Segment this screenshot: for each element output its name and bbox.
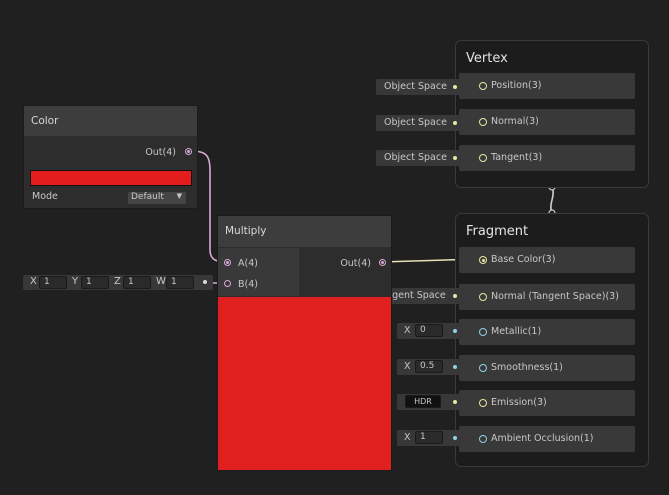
chip-port (453, 329, 457, 333)
smoothness-input[interactable]: X 0.5 (397, 359, 462, 375)
multiply-node-title: Multiply (225, 225, 267, 237)
vertex-stack[interactable]: Vertex Position(3) Normal(3) Tangent(3) (455, 40, 649, 188)
slot-label: Emission(3) (491, 397, 547, 408)
slot-label: Normal (Tangent Space)(3) (491, 291, 619, 302)
ambient-occlusion-port[interactable] (479, 435, 487, 443)
w-label: W (156, 276, 166, 287)
fragment-stack[interactable]: Fragment Base Color(3) Normal (Tangent S… (455, 213, 649, 467)
position-port[interactable] (479, 82, 487, 90)
position-space-input[interactable]: Object Space (376, 79, 462, 95)
metallic-port[interactable] (479, 328, 487, 336)
tangent-space-input[interactable]: Object Space (376, 150, 462, 166)
multiply-inputs-panel (218, 248, 299, 296)
smoothness-value[interactable]: 0.5 (415, 360, 443, 373)
ambient-occlusion-input[interactable]: X 1 (397, 430, 462, 446)
vector4-x-value[interactable]: 1 (39, 276, 67, 289)
chip-port (453, 85, 457, 89)
slot-label: Base Color(3) (491, 254, 556, 265)
slot-label: Smoothness(1) (491, 362, 563, 373)
slot-smoothness[interactable]: Smoothness(1) (459, 355, 635, 381)
slot-label: Metallic(1) (491, 326, 542, 337)
metallic-input[interactable]: X 0 (397, 323, 462, 339)
slot-label: Ambient Occlusion(1) (491, 433, 594, 444)
color-node-header[interactable]: Color (24, 106, 197, 136)
color-output-port[interactable] (185, 148, 192, 155)
vector4-z-value[interactable]: 1 (123, 276, 151, 289)
normal-tangent-port[interactable] (479, 293, 487, 301)
chip-port (453, 365, 457, 369)
slot-label: Tangent(3) (491, 152, 543, 163)
chip-port (453, 156, 457, 160)
ambient-occlusion-value[interactable]: 1 (415, 431, 443, 444)
normal-space-input[interactable]: Object Space (376, 115, 462, 131)
slot-metallic[interactable]: Metallic(1) (459, 319, 635, 345)
z-label: Z (114, 276, 121, 287)
vertex-title: Vertex (466, 51, 508, 66)
chip-port (453, 121, 457, 125)
color-swatch[interactable] (30, 170, 192, 186)
color-node[interactable]: Color Out(4) Mode Default ▼ (23, 105, 198, 209)
x-label: X (404, 361, 411, 372)
multiply-output-label: Out(4) (340, 258, 371, 269)
mode-dropdown[interactable]: Default ▼ (128, 192, 186, 204)
color-node-title: Color (31, 115, 59, 127)
emission-port[interactable] (479, 399, 487, 407)
slot-tangent[interactable]: Tangent(3) (459, 145, 635, 171)
fragment-title: Fragment (466, 224, 529, 239)
base-color-port[interactable] (479, 256, 487, 264)
emission-input[interactable]: HDR (397, 394, 462, 410)
hdr-color-field[interactable]: HDR (405, 395, 441, 408)
chevron-down-icon: ▼ (176, 192, 182, 200)
slot-label: Normal(3) (491, 116, 539, 127)
x-label: X (404, 325, 411, 336)
chip-port (453, 436, 457, 440)
vector4-input[interactable]: X 1 Y 1 Z 1 W 1 (23, 275, 213, 290)
multiply-preview (218, 297, 391, 470)
slot-emission[interactable]: Emission(3) (459, 390, 635, 416)
chip-text: Object Space (384, 152, 447, 163)
vector4-port (203, 280, 207, 284)
smoothness-port[interactable] (479, 364, 487, 372)
mode-label: Mode (32, 191, 58, 202)
chip-text: Object Space (384, 117, 447, 128)
chip-port (453, 400, 457, 404)
multiply-input-b-port[interactable] (224, 280, 231, 287)
vector4-w-value[interactable]: 1 (166, 276, 194, 289)
chip-text: Object Space (384, 81, 447, 92)
multiply-node-header[interactable]: Multiply (218, 216, 391, 247)
multiply-input-a-port[interactable] (224, 259, 231, 266)
x-label: X (404, 432, 411, 443)
wire-vertex-to-fragment (550, 186, 554, 214)
y-label: Y (72, 276, 79, 287)
slot-ambient-occlusion[interactable]: Ambient Occlusion(1) (459, 426, 635, 452)
multiply-output-port[interactable] (379, 259, 386, 266)
vector4-y-value[interactable]: 1 (81, 276, 109, 289)
slot-label: Position(3) (491, 80, 542, 91)
color-output-label: Out(4) (145, 147, 176, 158)
slot-normal[interactable]: Normal(3) (459, 109, 635, 135)
tangent-port[interactable] (479, 154, 487, 162)
multiply-node[interactable]: Multiply A(4) B(4) Out(4) (217, 215, 392, 471)
mode-value: Default (131, 192, 164, 202)
x-label: X (30, 276, 37, 287)
metallic-value[interactable]: 0 (415, 324, 443, 337)
slot-normal-tangent[interactable]: Normal (Tangent Space)(3) (459, 284, 635, 310)
normal-port[interactable] (479, 118, 487, 126)
input-b-label: B(4) (238, 279, 258, 290)
slot-position[interactable]: Position(3) (459, 73, 635, 99)
input-a-label: A(4) (238, 258, 258, 269)
chip-port (453, 294, 457, 298)
slot-base-color[interactable]: Base Color(3) (459, 247, 635, 273)
